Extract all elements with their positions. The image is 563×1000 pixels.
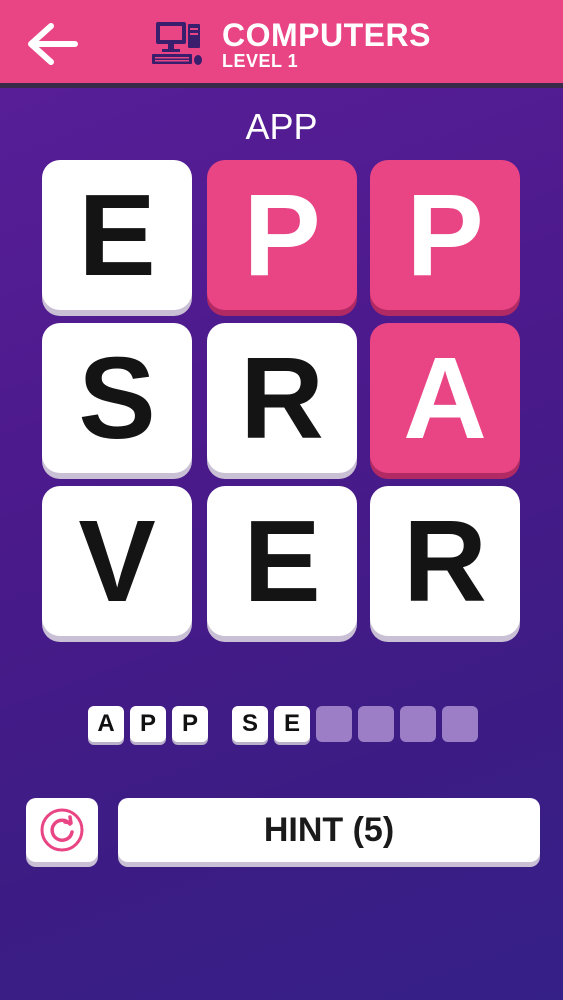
hint-button[interactable]: HINT (5) xyxy=(118,798,540,862)
letter-tile[interactable]: S xyxy=(42,323,192,473)
reset-button[interactable] xyxy=(26,798,98,862)
answer-slot-empty xyxy=(442,706,478,742)
top-bar: COMPUTERS LEVEL 1 xyxy=(0,0,563,88)
answer-letter: A xyxy=(88,706,124,742)
letter-tile[interactable]: R xyxy=(370,486,520,636)
word-gap xyxy=(214,706,232,742)
answer-slots: A P P S E xyxy=(88,706,484,742)
letter-tile[interactable]: P xyxy=(207,160,357,310)
arrow-left-icon xyxy=(28,23,78,65)
answer-slot-empty xyxy=(400,706,436,742)
category-title: COMPUTERS xyxy=(222,17,431,53)
letter-tile[interactable]: V xyxy=(42,486,192,636)
answer-letter: P xyxy=(172,706,208,742)
answer-slot-empty xyxy=(316,706,352,742)
letter-tile[interactable]: E xyxy=(42,160,192,310)
letter-tile[interactable]: A xyxy=(370,323,520,473)
answer-letter: P xyxy=(130,706,166,742)
refresh-icon xyxy=(40,808,84,852)
letter-grid: E P P S R A V E R xyxy=(42,160,522,640)
answer-letter: S xyxy=(232,706,268,742)
back-button[interactable] xyxy=(22,18,82,70)
answer-slot-empty xyxy=(358,706,394,742)
level-label: LEVEL 1 xyxy=(222,51,299,71)
answer-letter: E xyxy=(274,706,310,742)
header-titles: COMPUTERS LEVEL 1 xyxy=(222,18,431,70)
computer-icon xyxy=(152,22,202,65)
letter-tile[interactable]: E xyxy=(207,486,357,636)
current-word: APP xyxy=(245,106,318,147)
letter-tile[interactable]: R xyxy=(207,323,357,473)
letter-tile[interactable]: P xyxy=(370,160,520,310)
